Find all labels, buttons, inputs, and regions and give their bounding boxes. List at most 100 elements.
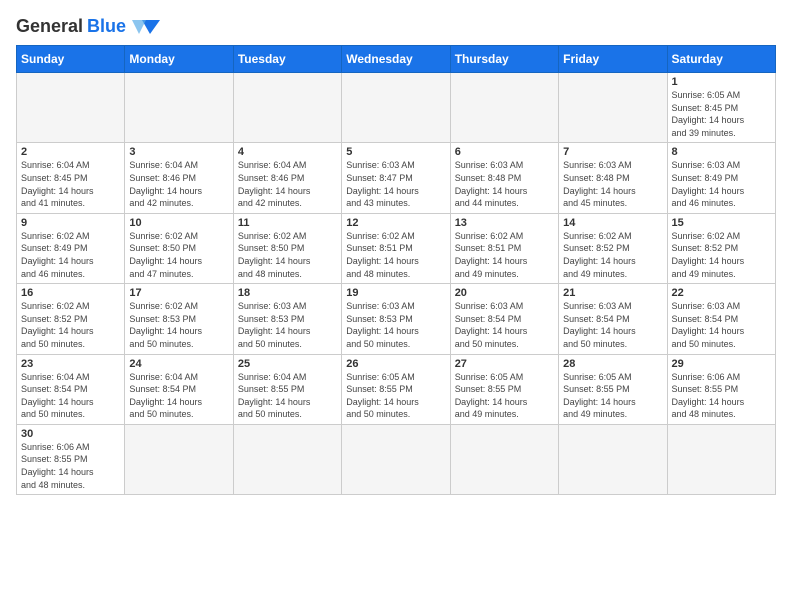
day-info: Sunrise: 6:05 AM Sunset: 8:45 PM Dayligh…: [672, 89, 771, 139]
day-number: 26: [346, 358, 445, 370]
calendar-cell: 26Sunrise: 6:05 AM Sunset: 8:55 PM Dayli…: [342, 354, 450, 424]
day-number: 2: [21, 146, 120, 158]
calendar-cell: 15Sunrise: 6:02 AM Sunset: 8:52 PM Dayli…: [667, 213, 775, 283]
calendar-cell: 8Sunrise: 6:03 AM Sunset: 8:49 PM Daylig…: [667, 143, 775, 213]
day-number: 7: [563, 146, 662, 158]
day-number: 14: [563, 217, 662, 229]
calendar-week-row: 30Sunrise: 6:06 AM Sunset: 8:55 PM Dayli…: [17, 424, 776, 494]
day-number: 10: [129, 217, 228, 229]
calendar-cell: [450, 424, 558, 494]
day-info: Sunrise: 6:02 AM Sunset: 8:51 PM Dayligh…: [346, 230, 445, 280]
logo: General Blue: [16, 16, 160, 37]
calendar-cell: [125, 73, 233, 143]
calendar-cell: [17, 73, 125, 143]
calendar-cell: [233, 424, 341, 494]
day-info: Sunrise: 6:02 AM Sunset: 8:51 PM Dayligh…: [455, 230, 554, 280]
calendar-cell: [233, 73, 341, 143]
day-number: 4: [238, 146, 337, 158]
day-info: Sunrise: 6:02 AM Sunset: 8:52 PM Dayligh…: [21, 300, 120, 350]
calendar-cell: 4Sunrise: 6:04 AM Sunset: 8:46 PM Daylig…: [233, 143, 341, 213]
calendar-cell: 1Sunrise: 6:05 AM Sunset: 8:45 PM Daylig…: [667, 73, 775, 143]
calendar-cell: 13Sunrise: 6:02 AM Sunset: 8:51 PM Dayli…: [450, 213, 558, 283]
day-info: Sunrise: 6:05 AM Sunset: 8:55 PM Dayligh…: [455, 371, 554, 421]
day-number: 1: [672, 76, 771, 88]
calendar-cell: 6Sunrise: 6:03 AM Sunset: 8:48 PM Daylig…: [450, 143, 558, 213]
day-info: Sunrise: 6:03 AM Sunset: 8:54 PM Dayligh…: [563, 300, 662, 350]
day-number: 24: [129, 358, 228, 370]
day-number: 29: [672, 358, 771, 370]
day-info: Sunrise: 6:05 AM Sunset: 8:55 PM Dayligh…: [563, 371, 662, 421]
calendar-cell: 9Sunrise: 6:02 AM Sunset: 8:49 PM Daylig…: [17, 213, 125, 283]
day-header-tuesday: Tuesday: [233, 46, 341, 73]
logo-text-general: General: [16, 16, 83, 37]
logo-icon: [132, 18, 160, 36]
calendar-cell: 7Sunrise: 6:03 AM Sunset: 8:48 PM Daylig…: [559, 143, 667, 213]
day-info: Sunrise: 6:03 AM Sunset: 8:53 PM Dayligh…: [238, 300, 337, 350]
calendar-cell: [450, 73, 558, 143]
day-info: Sunrise: 6:04 AM Sunset: 8:46 PM Dayligh…: [238, 159, 337, 209]
day-info: Sunrise: 6:03 AM Sunset: 8:53 PM Dayligh…: [346, 300, 445, 350]
day-number: 13: [455, 217, 554, 229]
calendar-cell: 28Sunrise: 6:05 AM Sunset: 8:55 PM Dayli…: [559, 354, 667, 424]
day-info: Sunrise: 6:02 AM Sunset: 8:50 PM Dayligh…: [129, 230, 228, 280]
calendar-cell: 3Sunrise: 6:04 AM Sunset: 8:46 PM Daylig…: [125, 143, 233, 213]
calendar-cell: 24Sunrise: 6:04 AM Sunset: 8:54 PM Dayli…: [125, 354, 233, 424]
calendar-week-row: 16Sunrise: 6:02 AM Sunset: 8:52 PM Dayli…: [17, 284, 776, 354]
day-number: 19: [346, 287, 445, 299]
calendar-cell: [125, 424, 233, 494]
day-number: 6: [455, 146, 554, 158]
calendar-week-row: 23Sunrise: 6:04 AM Sunset: 8:54 PM Dayli…: [17, 354, 776, 424]
day-info: Sunrise: 6:05 AM Sunset: 8:55 PM Dayligh…: [346, 371, 445, 421]
calendar-cell: [559, 424, 667, 494]
day-number: 11: [238, 217, 337, 229]
day-number: 22: [672, 287, 771, 299]
day-info: Sunrise: 6:04 AM Sunset: 8:54 PM Dayligh…: [129, 371, 228, 421]
calendar-cell: 27Sunrise: 6:05 AM Sunset: 8:55 PM Dayli…: [450, 354, 558, 424]
day-info: Sunrise: 6:02 AM Sunset: 8:53 PM Dayligh…: [129, 300, 228, 350]
day-number: 28: [563, 358, 662, 370]
calendar-week-row: 2Sunrise: 6:04 AM Sunset: 8:45 PM Daylig…: [17, 143, 776, 213]
day-header-sunday: Sunday: [17, 46, 125, 73]
day-number: 27: [455, 358, 554, 370]
calendar-cell: [667, 424, 775, 494]
calendar-cell: [342, 424, 450, 494]
day-info: Sunrise: 6:03 AM Sunset: 8:49 PM Dayligh…: [672, 159, 771, 209]
day-info: Sunrise: 6:03 AM Sunset: 8:54 PM Dayligh…: [672, 300, 771, 350]
day-info: Sunrise: 6:02 AM Sunset: 8:49 PM Dayligh…: [21, 230, 120, 280]
calendar-cell: [559, 73, 667, 143]
calendar-week-row: 1Sunrise: 6:05 AM Sunset: 8:45 PM Daylig…: [17, 73, 776, 143]
day-header-monday: Monday: [125, 46, 233, 73]
day-number: 30: [21, 428, 120, 440]
calendar-cell: 2Sunrise: 6:04 AM Sunset: 8:45 PM Daylig…: [17, 143, 125, 213]
calendar-cell: 23Sunrise: 6:04 AM Sunset: 8:54 PM Dayli…: [17, 354, 125, 424]
logo-text-blue: Blue: [87, 16, 126, 37]
calendar-cell: 16Sunrise: 6:02 AM Sunset: 8:52 PM Dayli…: [17, 284, 125, 354]
calendar-cell: 21Sunrise: 6:03 AM Sunset: 8:54 PM Dayli…: [559, 284, 667, 354]
calendar-cell: 12Sunrise: 6:02 AM Sunset: 8:51 PM Dayli…: [342, 213, 450, 283]
day-info: Sunrise: 6:06 AM Sunset: 8:55 PM Dayligh…: [672, 371, 771, 421]
calendar-cell: 10Sunrise: 6:02 AM Sunset: 8:50 PM Dayli…: [125, 213, 233, 283]
day-info: Sunrise: 6:03 AM Sunset: 8:48 PM Dayligh…: [563, 159, 662, 209]
day-info: Sunrise: 6:04 AM Sunset: 8:45 PM Dayligh…: [21, 159, 120, 209]
day-number: 8: [672, 146, 771, 158]
calendar-table: SundayMondayTuesdayWednesdayThursdayFrid…: [16, 45, 776, 495]
calendar-cell: 5Sunrise: 6:03 AM Sunset: 8:47 PM Daylig…: [342, 143, 450, 213]
calendar-cell: 14Sunrise: 6:02 AM Sunset: 8:52 PM Dayli…: [559, 213, 667, 283]
day-number: 9: [21, 217, 120, 229]
day-info: Sunrise: 6:03 AM Sunset: 8:54 PM Dayligh…: [455, 300, 554, 350]
day-header-saturday: Saturday: [667, 46, 775, 73]
calendar-cell: 17Sunrise: 6:02 AM Sunset: 8:53 PM Dayli…: [125, 284, 233, 354]
calendar-cell: 18Sunrise: 6:03 AM Sunset: 8:53 PM Dayli…: [233, 284, 341, 354]
day-number: 5: [346, 146, 445, 158]
day-number: 16: [21, 287, 120, 299]
day-header-wednesday: Wednesday: [342, 46, 450, 73]
day-info: Sunrise: 6:04 AM Sunset: 8:54 PM Dayligh…: [21, 371, 120, 421]
calendar-cell: 19Sunrise: 6:03 AM Sunset: 8:53 PM Dayli…: [342, 284, 450, 354]
calendar-cell: 30Sunrise: 6:06 AM Sunset: 8:55 PM Dayli…: [17, 424, 125, 494]
calendar-cell: 11Sunrise: 6:02 AM Sunset: 8:50 PM Dayli…: [233, 213, 341, 283]
day-number: 15: [672, 217, 771, 229]
day-number: 25: [238, 358, 337, 370]
day-info: Sunrise: 6:02 AM Sunset: 8:52 PM Dayligh…: [672, 230, 771, 280]
day-header-friday: Friday: [559, 46, 667, 73]
day-info: Sunrise: 6:04 AM Sunset: 8:46 PM Dayligh…: [129, 159, 228, 209]
